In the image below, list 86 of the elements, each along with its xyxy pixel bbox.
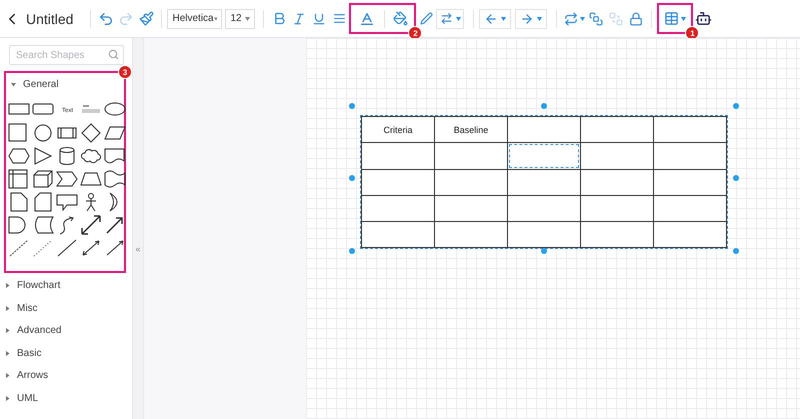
table-cell[interactable] [508, 222, 580, 248]
caret-icon [580, 16, 585, 20]
document-title: Untitled [26, 10, 74, 26]
category-header[interactable]: General [6, 73, 59, 96]
category-header[interactable]: Arrows [0, 364, 48, 387]
arrow-shape[interactable] [104, 214, 126, 234]
category-header[interactable]: Advanced [0, 320, 62, 342]
table-cell[interactable] [580, 222, 654, 248]
table-cell[interactable] [654, 142, 726, 170]
triangle-icon [5, 328, 10, 334]
diamond-shape[interactable] [80, 122, 102, 142]
resize-handle[interactable] [349, 175, 355, 181]
stored-data-shape[interactable] [32, 214, 54, 234]
table-cell[interactable] [362, 196, 434, 222]
double-headed-line-shape[interactable] [80, 238, 102, 258]
category-header[interactable]: Basic [0, 342, 42, 364]
triangle-icon [5, 396, 10, 401]
resize-handle[interactable] [733, 248, 739, 254]
table-cell[interactable]: Baseline [434, 116, 508, 142]
caret-icon [537, 16, 542, 20]
caret-icon [245, 16, 250, 20]
document-shape[interactable] [104, 146, 126, 166]
font-size-select[interactable]: 12 [225, 8, 256, 28]
table-cell[interactable] [654, 170, 726, 196]
resize-handle[interactable] [541, 103, 547, 109]
font-select[interactable]: Helvetica [167, 8, 222, 28]
table-cell[interactable]: Criteria [362, 116, 434, 142]
table-cell[interactable] [508, 170, 580, 196]
step-badge: 3 [118, 65, 132, 79]
table-cell[interactable] [580, 196, 654, 222]
search-field[interactable]: Search Shapes [9, 45, 124, 65]
double-arrow-shape[interactable] [80, 214, 102, 234]
table-cell[interactable] [654, 222, 726, 248]
cube-shape[interactable] [32, 168, 54, 188]
line-start-dropdown[interactable] [479, 8, 512, 28]
table-cell[interactable] [508, 196, 580, 222]
card-shape[interactable] [32, 192, 54, 212]
table-cell[interactable] [580, 116, 654, 142]
triangle-icon [5, 350, 10, 356]
dotted-line-shape[interactable] [32, 238, 54, 258]
callout-shape[interactable] [56, 192, 78, 212]
table-cell[interactable] [362, 222, 434, 248]
swap-arrows-icon [440, 12, 453, 25]
table-cell[interactable] [434, 196, 508, 222]
category-header[interactable]: UML [0, 387, 38, 410]
resize-handle[interactable] [733, 103, 739, 109]
caret-icon [681, 16, 686, 20]
category-header[interactable]: Flowchart [0, 274, 60, 297]
table-cell[interactable] [362, 142, 434, 170]
tape-shape[interactable] [104, 168, 126, 188]
table-cell[interactable] [434, 222, 508, 248]
table-cell[interactable] [508, 142, 580, 170]
resize-handle[interactable] [349, 103, 355, 109]
hexagon-shape[interactable] [8, 146, 30, 166]
circle-shape[interactable] [32, 122, 54, 142]
category-header[interactable]: Misc [0, 297, 38, 320]
line-shape[interactable] [56, 238, 78, 258]
triangle-icon [11, 82, 16, 87]
search-icon [108, 49, 119, 60]
table-cell[interactable] [654, 116, 726, 142]
connector-style-dropdown[interactable] [436, 8, 464, 28]
directional-line-shape[interactable] [104, 238, 126, 258]
dashed-line-shape[interactable] [8, 238, 30, 258]
triangle-icon [5, 373, 10, 378]
caret-icon [214, 16, 218, 20]
table-cell[interactable] [362, 170, 434, 196]
table-cell[interactable] [434, 142, 508, 170]
triangle-shape[interactable] [32, 146, 54, 166]
internal-storage-shape[interactable] [8, 168, 30, 188]
repeat-arrows-icon [564, 12, 578, 26]
table-cell[interactable] [580, 170, 654, 196]
table-cell[interactable] [508, 116, 580, 142]
table-cell[interactable] [654, 196, 726, 222]
table-cell[interactable] [580, 142, 654, 170]
resize-handle[interactable] [349, 248, 355, 254]
note-shape[interactable] [8, 192, 30, 212]
canvas[interactable]: Criteria Baseline [306, 38, 800, 419]
caret-icon [456, 16, 461, 20]
table-cell[interactable] [434, 170, 508, 196]
step-shape[interactable] [56, 168, 78, 188]
line-end-dropdown[interactable] [515, 8, 548, 28]
triangle-icon [5, 283, 10, 288]
caret-icon [501, 16, 506, 20]
triangle-icon [5, 306, 10, 311]
table-icon [664, 11, 680, 26]
resize-handle[interactable] [733, 175, 739, 181]
